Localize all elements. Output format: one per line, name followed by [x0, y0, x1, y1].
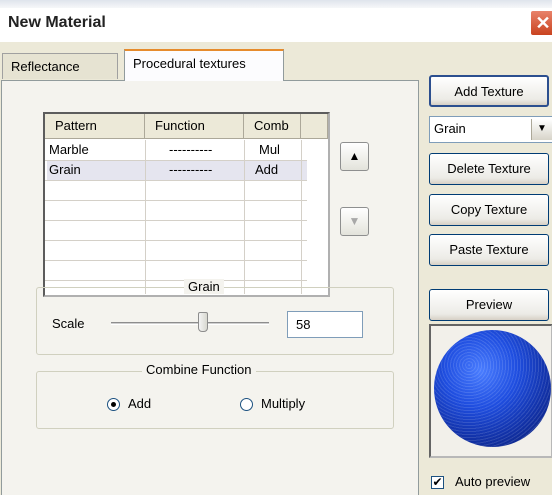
arrow-down-icon: ▼: [348, 214, 361, 228]
column-header-pattern[interactable]: Pattern: [45, 114, 145, 139]
grid-line: [45, 180, 307, 181]
move-down-button[interactable]: ▼: [340, 207, 369, 236]
radio-add-label: Add: [128, 396, 152, 411]
close-button[interactable]: ✕: [530, 10, 552, 36]
window-title: New Material: [8, 14, 106, 31]
chevron-down-icon[interactable]: ▼: [531, 119, 552, 140]
grid-line: [301, 140, 302, 294]
cell-pattern: Grain: [49, 162, 81, 177]
grid-line: [45, 200, 307, 201]
tab-procedural-textures[interactable]: Procedural textures: [124, 49, 284, 81]
delete-texture-button[interactable]: Delete Texture: [429, 153, 549, 185]
cell-pattern: Marble: [49, 142, 89, 157]
auto-preview-label: Auto preview: [455, 474, 531, 489]
scale-slider-thumb[interactable]: [197, 312, 208, 332]
combine-function-group: [36, 371, 394, 429]
tab-reflectance-label: Reflectance: [11, 59, 80, 74]
cell-function: ----------: [169, 142, 213, 157]
title-bar-strip: [0, 0, 552, 8]
scale-label: Scale: [52, 316, 85, 331]
tab-reflectance[interactable]: Reflectance: [2, 53, 118, 79]
textures-table[interactable]: Pattern Function Comb Marble ---------- …: [43, 112, 330, 297]
combine-function-title: Combine Function: [142, 362, 256, 377]
column-header-blank: [301, 114, 328, 139]
arrow-up-icon: ▲: [348, 149, 361, 163]
radio-multiply-label: Multiply: [261, 396, 306, 411]
grid-line: [45, 160, 307, 161]
auto-preview-checkbox[interactable]: ✔: [431, 476, 444, 489]
grid-line: [45, 240, 307, 241]
close-icon: ✕: [535, 13, 551, 33]
grid-line: [244, 140, 245, 294]
grain-group-title: Grain: [184, 279, 224, 294]
table-row[interactable]: Marble ---------- Mul: [45, 140, 328, 160]
grid-line: [145, 140, 146, 294]
copy-texture-button[interactable]: Copy Texture: [429, 194, 549, 226]
tab-procedural-label: Procedural textures: [133, 56, 246, 71]
cell-comb: Mul: [259, 142, 280, 157]
table-row[interactable]: Grain ---------- Add: [45, 160, 328, 180]
grid-line: [45, 220, 307, 221]
texture-type-value: Grain: [434, 121, 466, 136]
radio-add[interactable]: [107, 398, 120, 411]
cell-function: ----------: [169, 162, 213, 177]
move-up-button[interactable]: ▲: [340, 142, 369, 171]
add-texture-button[interactable]: Add Texture: [429, 75, 549, 107]
grid-line: [45, 260, 307, 261]
cell-comb: Add: [255, 162, 279, 177]
radio-multiply[interactable]: [240, 398, 253, 411]
grid-line: [45, 280, 307, 281]
material-preview-sphere: [434, 330, 551, 447]
preview-area: [429, 324, 552, 458]
column-header-comb[interactable]: Comb: [244, 114, 301, 139]
texture-type-select[interactable]: Grain ▼: [429, 116, 552, 143]
column-header-function[interactable]: Function: [145, 114, 244, 139]
scale-slider-track[interactable]: [111, 322, 269, 325]
paste-texture-button[interactable]: Paste Texture: [429, 234, 549, 266]
preview-button[interactable]: Preview: [429, 289, 549, 321]
scale-input[interactable]: 58: [287, 311, 363, 338]
